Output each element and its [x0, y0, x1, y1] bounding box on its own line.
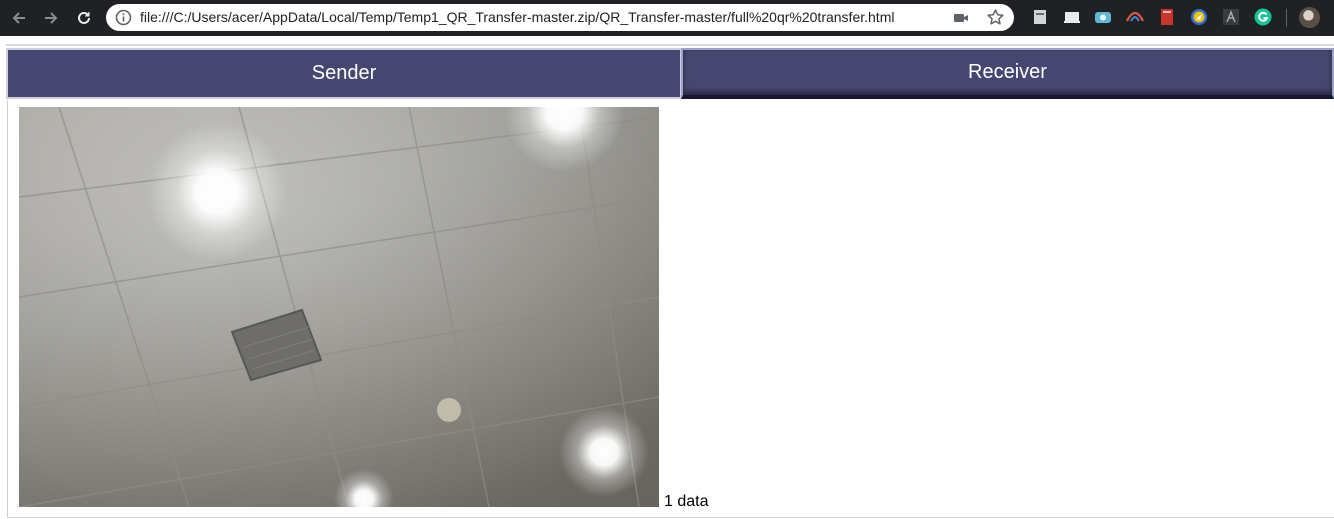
reload-icon[interactable] [73, 7, 95, 29]
tab-sender[interactable]: Sender [6, 48, 681, 99]
url-text[interactable]: file:///C:/Users/acer/AppData/Local/Temp… [140, 9, 894, 25]
extension-6-icon[interactable] [1190, 8, 1208, 26]
browser-toolbar: file:///C:/Users/acer/AppData/Local/Temp… [0, 0, 1334, 36]
grammarly-icon[interactable] [1254, 8, 1272, 26]
extension-3-icon[interactable] [1094, 8, 1112, 26]
camera-preview [19, 107, 659, 507]
camera-icon[interactable] [952, 11, 970, 25]
star-icon[interactable] [986, 8, 1005, 27]
received-count: 1 data [664, 493, 709, 510]
sender-panel: 1 data [7, 100, 1334, 518]
extension-7-icon[interactable] [1222, 8, 1240, 26]
extension-4-icon[interactable] [1126, 8, 1144, 26]
extension-1-icon[interactable] [1031, 8, 1049, 26]
extension-2-icon[interactable] [1063, 8, 1081, 26]
address-bar[interactable]: file:///C:/Users/acer/AppData/Local/Temp… [106, 4, 1014, 31]
extension-5-icon[interactable] [1158, 8, 1176, 26]
back-icon[interactable] [8, 7, 30, 29]
profile-avatar[interactable] [1299, 7, 1320, 28]
tab-receiver[interactable]: Receiver [681, 48, 1334, 99]
tab-bar: Sender Receiver [6, 44, 1334, 102]
toolbar-separator [1286, 9, 1287, 27]
info-icon[interactable] [115, 9, 132, 26]
page-body: Sender Receiver 1 data [0, 36, 1334, 519]
forward-icon[interactable] [40, 7, 62, 29]
